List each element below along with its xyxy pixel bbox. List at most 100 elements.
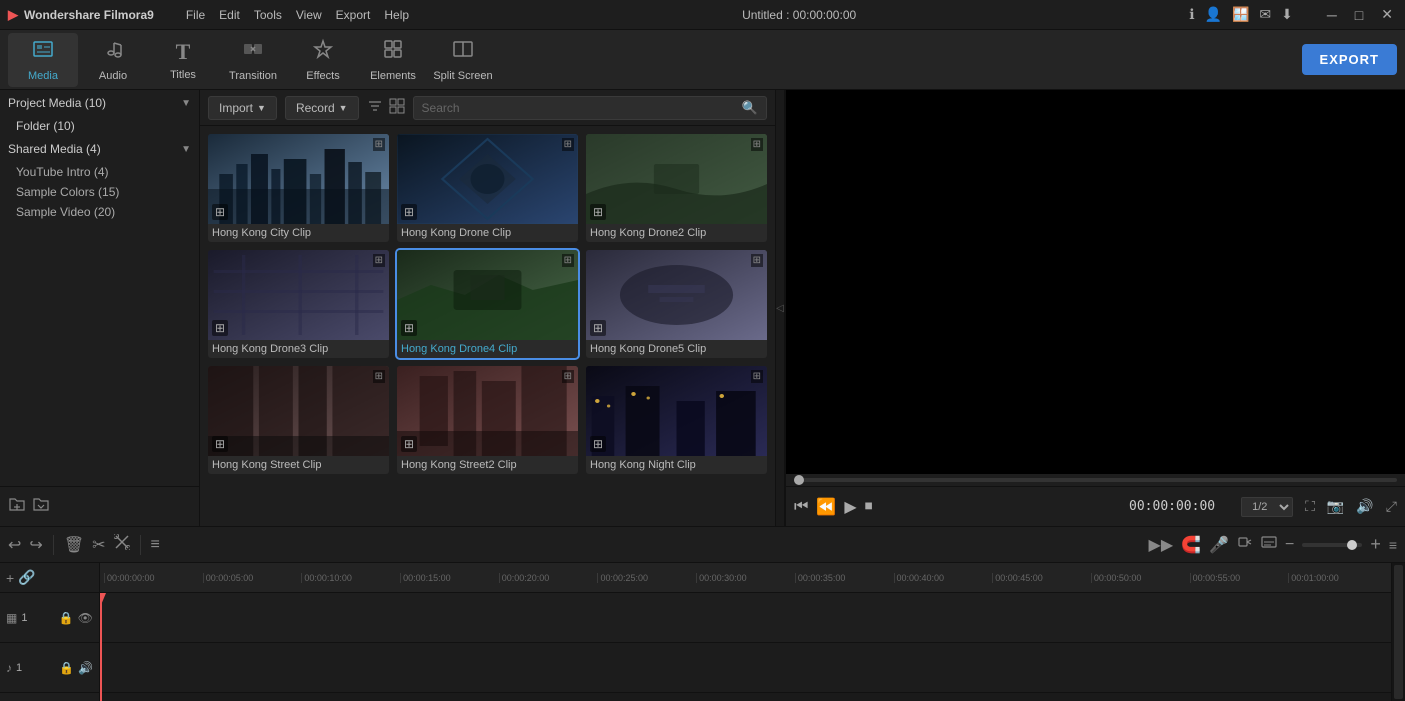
export-button[interactable]: EXPORT xyxy=(1302,44,1397,75)
tool-elements[interactable]: Elements xyxy=(358,33,428,87)
youtube-intro-item[interactable]: YouTube Intro (4) xyxy=(0,162,199,182)
clip-hk-drone2[interactable]: ⊞ ⊞ Hong Kong Drone2 Clip xyxy=(586,134,767,242)
playhead[interactable] xyxy=(100,593,102,701)
quality-select[interactable]: 1/2 Full 1/4 xyxy=(1241,497,1293,517)
tool-split-screen[interactable]: Split Screen xyxy=(428,33,498,87)
audio-preview-icon[interactable]: 🔊 xyxy=(1356,498,1373,515)
filter-icon[interactable] xyxy=(367,98,383,117)
search-box[interactable]: 🔍 xyxy=(413,96,767,120)
lock-track-button[interactable]: 🔒 xyxy=(59,611,74,625)
clip-hk-night[interactable]: ⊞ ⊞ Hong Kong Night Clip xyxy=(586,366,767,474)
zoom-slider[interactable] xyxy=(1302,543,1362,547)
hide-track-button[interactable]: 👁 xyxy=(78,611,93,625)
fullscreen-toggle-icon[interactable]: ⤢ xyxy=(1386,498,1397,515)
video-track-1-row[interactable] xyxy=(100,593,1391,643)
user-icon[interactable]: 👤 xyxy=(1205,6,1222,23)
add-to-timeline-icon[interactable]: ⊞ xyxy=(212,320,228,336)
download-icon[interactable]: ⬇ xyxy=(1281,6,1293,23)
info-icon[interactable]: ℹ xyxy=(1189,6,1194,23)
clip-hk-drone4[interactable]: ⊞ ⊞ Hong Kong Drone4 Clip xyxy=(397,250,578,358)
clip-hk-drone[interactable]: ⊞ ⊞ Hong Kong Drone Clip xyxy=(397,134,578,242)
add-to-timeline-icon[interactable]: ⊞ xyxy=(212,204,228,220)
menu-export[interactable]: Export xyxy=(336,8,371,22)
tool-titles[interactable]: T Titles xyxy=(148,33,218,87)
minimize-button[interactable]: ─ xyxy=(1323,7,1341,23)
media-icon xyxy=(32,38,54,66)
import-folder-icon[interactable] xyxy=(32,495,50,518)
zoom-out-icon[interactable]: − xyxy=(1285,536,1294,554)
sample-video-item[interactable]: Sample Video (20) xyxy=(0,202,199,222)
window-icon[interactable]: 🪟 xyxy=(1232,6,1249,23)
undo-button[interactable]: ↩ xyxy=(8,535,21,555)
audio-track-1-row[interactable] xyxy=(100,643,1391,693)
timeline-scrollbar[interactable] xyxy=(1391,563,1405,701)
media-toolbar: Import ▼ Record ▼ xyxy=(200,90,775,126)
close-button[interactable]: ✕ xyxy=(1377,6,1397,23)
clip-hk-street2[interactable]: ⊞ ⊞ Hong Kong Street2 Clip xyxy=(397,366,578,474)
preview-progress-bar[interactable] xyxy=(786,474,1405,486)
prev-frame-button[interactable]: ⏮ xyxy=(794,498,808,516)
add-to-timeline-icon[interactable]: ⊞ xyxy=(401,204,417,220)
mail-icon[interactable]: ✉ xyxy=(1259,6,1271,23)
toolbar-separator-2 xyxy=(140,535,141,555)
tool-transition[interactable]: Transition xyxy=(218,33,288,87)
maximize-button[interactable]: □ xyxy=(1351,7,1367,23)
add-to-timeline-icon[interactable]: ⊞ xyxy=(590,320,606,336)
clip-hk-drone3[interactable]: ⊞ ⊞ Hong Kong Drone3 Clip xyxy=(208,250,389,358)
menu-bar[interactable]: File Edit Tools View Export Help xyxy=(186,8,409,22)
lock-audio-button[interactable]: 🔒 xyxy=(59,661,74,675)
add-folder-icon[interactable] xyxy=(8,495,26,518)
menu-help[interactable]: Help xyxy=(384,8,409,22)
timeline-ruler[interactable]: 00:00:00:00 00:00:05:00 00:00:10:00 00:0… xyxy=(100,563,1391,593)
zoom-in-icon[interactable]: + xyxy=(1370,534,1381,555)
add-to-timeline-icon[interactable]: ⊞ xyxy=(401,436,417,452)
sample-colors-item[interactable]: Sample Colors (15) xyxy=(0,182,199,202)
snap-icon[interactable]: 🧲 xyxy=(1181,535,1201,555)
video-track-1-header: ▦ 1 🔒 👁 xyxy=(0,593,99,643)
clip-hk-street1[interactable]: ⊞ ⊞ Hong Kong Street Clip xyxy=(208,366,389,474)
clip-hk-city[interactable]: ⊞ ⊞ Hong Kong City Clip xyxy=(208,134,389,242)
mute-audio-button[interactable]: 🔊 xyxy=(78,661,93,675)
menu-view[interactable]: View xyxy=(296,8,322,22)
play-button[interactable]: ▶ xyxy=(844,497,856,517)
menu-tools[interactable]: Tools xyxy=(254,8,282,22)
settings-button[interactable]: ≡ xyxy=(151,536,160,554)
panel-resize-handle[interactable]: ◁ xyxy=(775,90,785,526)
trim-button[interactable] xyxy=(114,534,130,555)
import-button[interactable]: Import ▼ xyxy=(208,96,277,120)
record-audio-icon[interactable]: 🎤 xyxy=(1209,535,1229,555)
tool-effects[interactable]: Effects xyxy=(288,33,358,87)
clip-hk-drone5[interactable]: ⊞ ⊞ Hong Kong Drone5 Clip xyxy=(586,250,767,358)
detach-audio-icon[interactable] xyxy=(1237,534,1253,555)
add-track-icon[interactable]: + xyxy=(6,570,14,586)
shared-media-header[interactable]: Shared Media (4) ▼ xyxy=(0,136,199,162)
delete-button[interactable]: 🗑 xyxy=(64,535,84,555)
link-icon[interactable]: 🔗 xyxy=(18,569,35,586)
record-button[interactable]: Record ▼ xyxy=(285,96,359,120)
snapshot-icon[interactable]: 📷 xyxy=(1327,498,1344,515)
search-input[interactable] xyxy=(422,101,742,115)
folder-item[interactable]: Folder (10) xyxy=(0,116,199,136)
clip-label: Hong Kong Street2 Clip xyxy=(397,456,578,474)
render-icon[interactable]: ▶▶ xyxy=(1149,535,1174,555)
add-to-timeline-icon[interactable]: ⊞ xyxy=(401,320,417,336)
ruler-tick-6: 00:00:30:00 xyxy=(696,573,795,583)
grid-view-icon[interactable] xyxy=(389,98,405,117)
menu-file[interactable]: File xyxy=(186,8,205,22)
full-screen-icon[interactable]: ⛶ xyxy=(1305,498,1315,515)
add-to-timeline-icon[interactable]: ⊞ xyxy=(590,204,606,220)
add-to-timeline-icon[interactable]: ⊞ xyxy=(212,436,228,452)
redo-button[interactable]: ↪ xyxy=(29,535,42,555)
more-options-icon[interactable]: ≡ xyxy=(1389,537,1397,553)
cut-button[interactable]: ✂ xyxy=(92,535,105,555)
add-to-timeline-icon[interactable]: ⊞ xyxy=(590,436,606,452)
project-media-header[interactable]: Project Media (10) ▼ xyxy=(0,90,199,116)
ruler-tick-5: 00:00:25:00 xyxy=(597,573,696,583)
subtitle-icon[interactable] xyxy=(1261,534,1277,555)
tool-audio[interactable]: Audio xyxy=(78,33,148,87)
play-prev-button[interactable]: ⏪ xyxy=(816,497,836,517)
stop-button[interactable]: ⏹ xyxy=(865,498,873,516)
menu-edit[interactable]: Edit xyxy=(219,8,240,22)
progress-track[interactable] xyxy=(794,478,1397,482)
tool-media[interactable]: Media xyxy=(8,33,78,87)
